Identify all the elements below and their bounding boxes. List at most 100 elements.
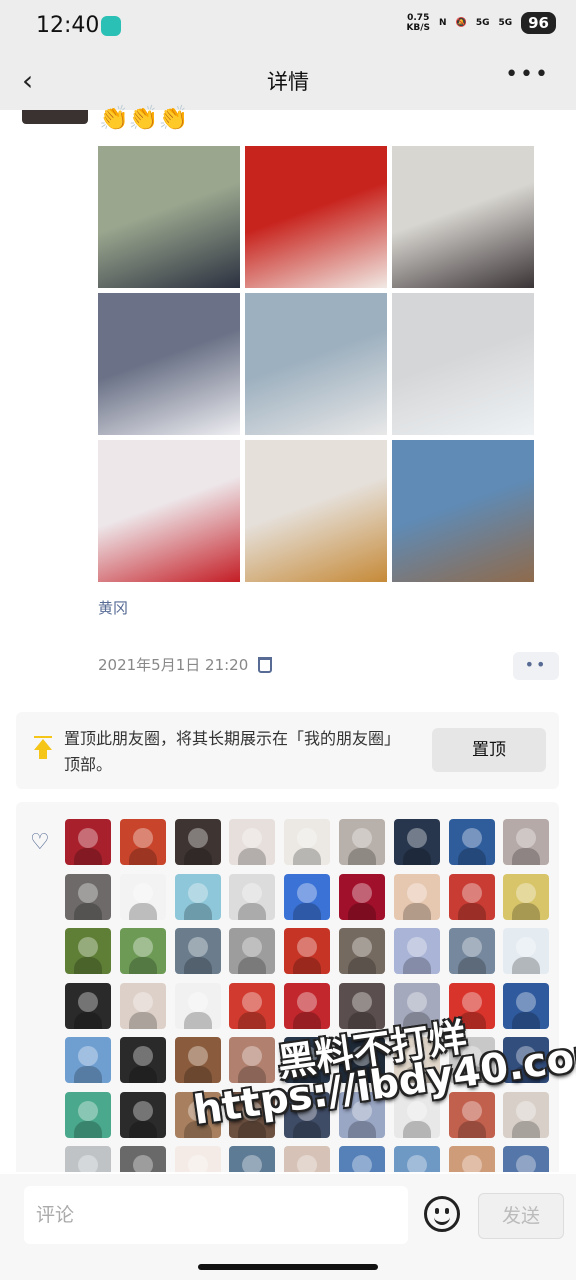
author-avatar[interactable] xyxy=(22,110,88,124)
liker-avatar[interactable] xyxy=(65,1146,111,1172)
liker-avatar[interactable] xyxy=(119,1146,166,1172)
comment-input[interactable]: 评论 xyxy=(24,1186,408,1244)
liker-avatar[interactable] xyxy=(393,1146,440,1172)
liker-avatar[interactable] xyxy=(229,982,276,1029)
liker-avatar[interactable] xyxy=(339,928,385,974)
liker-avatar[interactable] xyxy=(119,819,166,865)
liker-avatar[interactable] xyxy=(284,1146,331,1172)
photo-thumbnail[interactable] xyxy=(392,146,534,288)
liker-avatar[interactable] xyxy=(393,982,440,1029)
liker-avatar[interactable] xyxy=(448,1037,495,1083)
liker-avatar[interactable] xyxy=(174,982,221,1029)
liker-avatar[interactable] xyxy=(174,1146,221,1172)
liker-avatar[interactable] xyxy=(448,819,495,865)
liker-avatar[interactable] xyxy=(448,1146,495,1172)
liker-avatar[interactable] xyxy=(339,819,385,865)
liker-avatar[interactable] xyxy=(119,873,166,920)
liker-avatar[interactable] xyxy=(174,819,221,865)
signal-5g-icon: 5G xyxy=(475,18,490,28)
liker-avatar[interactable] xyxy=(339,1091,385,1138)
home-indicator xyxy=(198,1264,378,1270)
liker-avatar[interactable] xyxy=(174,1091,221,1138)
photo-thumbnail[interactable] xyxy=(392,293,534,435)
liker-avatar[interactable] xyxy=(65,982,111,1029)
liker-avatar[interactable] xyxy=(119,982,166,1029)
liker-avatar[interactable] xyxy=(229,1091,276,1138)
pin-description: 置顶此朋友圈，将其长期展示在「我的朋友圈」顶部。 xyxy=(64,729,401,774)
liker-avatar[interactable] xyxy=(229,873,276,920)
post-action-button[interactable]: •• xyxy=(513,652,559,680)
liker-avatar[interactable] xyxy=(339,873,385,920)
liker-avatar[interactable] xyxy=(448,928,495,974)
liker-avatar[interactable] xyxy=(229,1146,276,1172)
more-options-icon[interactable]: ••• xyxy=(505,62,550,87)
photo-thumbnail[interactable] xyxy=(98,440,240,582)
liker-avatar[interactable] xyxy=(229,1037,276,1083)
liker-avatar[interactable] xyxy=(229,819,276,865)
nav-bar: ‹ 详情 ••• xyxy=(0,52,576,110)
liker-avatar[interactable] xyxy=(503,819,550,865)
location-link[interactable]: 黄冈 xyxy=(98,597,128,618)
photo-thumbnail[interactable] xyxy=(392,440,534,582)
pin-button[interactable]: 置顶 xyxy=(432,728,546,772)
delete-icon[interactable] xyxy=(258,656,273,673)
liker-avatar[interactable] xyxy=(503,1146,550,1172)
photo-thumbnail[interactable] xyxy=(245,440,387,582)
liker-avatar[interactable] xyxy=(448,873,495,920)
likes-panel: ♡ xyxy=(16,802,559,1172)
liker-avatar[interactable] xyxy=(284,982,331,1029)
liker-avatar[interactable] xyxy=(65,928,111,974)
pin-arrow-stem xyxy=(39,750,47,759)
liker-avatar[interactable] xyxy=(284,928,331,974)
post-meta: 2021年5月1日 21:20 xyxy=(98,654,273,675)
liker-avatar[interactable] xyxy=(448,1091,495,1138)
liker-avatar[interactable] xyxy=(119,928,166,974)
pin-to-top-banner: 置顶此朋友圈，将其长期展示在「我的朋友圈」顶部。 置顶 xyxy=(16,712,559,789)
liker-avatar[interactable] xyxy=(503,873,550,920)
liker-avatar[interactable] xyxy=(229,928,276,974)
status-time: 12:40 xyxy=(36,13,100,38)
liker-avatar[interactable] xyxy=(174,1037,221,1083)
liker-avatar[interactable] xyxy=(284,873,331,920)
status-bar: 12:40 0.75 KB/S N 🔕 5G 5G 96 xyxy=(0,0,576,52)
photo-thumbnail[interactable] xyxy=(98,146,240,288)
emoji-icon[interactable] xyxy=(424,1196,460,1232)
post-timestamp: 2021年5月1日 21:20 xyxy=(98,656,249,674)
liker-avatar[interactable] xyxy=(119,1091,166,1138)
page-title: 详情 xyxy=(267,70,309,94)
liker-avatar[interactable] xyxy=(448,982,495,1029)
liker-avatar[interactable] xyxy=(65,819,111,865)
liker-avatar[interactable] xyxy=(174,873,221,920)
post-text-emoji: 👏👏👏 xyxy=(99,104,189,132)
photo-thumbnail[interactable] xyxy=(245,146,387,288)
liker-avatar[interactable] xyxy=(393,873,440,920)
mute-icon: 🔕 xyxy=(455,18,467,28)
liker-avatar[interactable] xyxy=(503,928,550,974)
liker-avatar[interactable] xyxy=(284,819,331,865)
send-button[interactable]: 发送 xyxy=(478,1193,564,1239)
liker-avatar[interactable] xyxy=(284,1037,331,1083)
battery-icon: 96 xyxy=(521,12,556,34)
photo-thumbnail[interactable] xyxy=(98,293,240,435)
liker-avatar[interactable] xyxy=(393,1091,440,1138)
liker-avatar[interactable] xyxy=(339,1146,385,1172)
liker-avatar[interactable] xyxy=(119,1037,166,1083)
app-notification-icon xyxy=(101,16,121,36)
signal-5g-icon-2: 5G xyxy=(498,18,513,28)
pin-icon-bar xyxy=(34,736,52,738)
liker-avatar[interactable] xyxy=(393,928,440,974)
liker-avatar[interactable] xyxy=(339,982,385,1029)
liker-avatar[interactable] xyxy=(503,1091,550,1138)
heart-icon: ♡ xyxy=(30,830,50,855)
liker-avatar[interactable] xyxy=(65,1037,111,1083)
liker-avatar[interactable] xyxy=(174,928,221,974)
liker-avatar[interactable] xyxy=(65,1091,111,1138)
liker-avatar[interactable] xyxy=(339,1037,385,1083)
liker-avatar[interactable] xyxy=(503,1037,550,1083)
liker-avatar[interactable] xyxy=(284,1091,331,1138)
liker-avatar[interactable] xyxy=(503,982,550,1029)
photo-thumbnail[interactable] xyxy=(245,293,387,435)
liker-avatar[interactable] xyxy=(65,873,111,920)
liker-avatar[interactable] xyxy=(393,1037,440,1083)
liker-avatar[interactable] xyxy=(393,819,440,865)
